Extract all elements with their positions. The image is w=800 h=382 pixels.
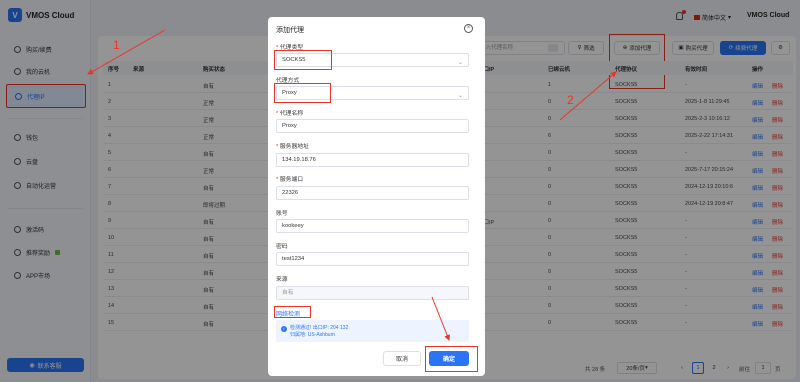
password-input[interactable]: test1234 [276,252,469,266]
chevron-down-icon: ⌄ [457,93,463,99]
annotation-number-2: 2 [567,93,574,107]
source-label: 来源 [276,277,288,283]
server-label: * 服务器地址 [276,144,309,150]
password-label: 密码 [276,244,288,250]
port-input[interactable]: 22326 [276,186,469,200]
proxy-name-label: * 代理名称 [276,111,304,117]
check-circle-icon: ✓ [281,326,287,332]
chevron-down-icon: ⌄ [457,60,463,66]
account-input[interactable]: kookeey [276,219,469,233]
account-label: 账号 [276,211,288,217]
annotation-box-confirm [425,346,478,372]
cancel-button[interactable]: 取消 [383,351,421,366]
check-result-line2: 归属地: US-Ashburn [290,332,336,338]
annotation-box-net-check [274,306,311,318]
close-icon[interactable]: × [464,24,473,33]
annotation-box-mode [274,83,331,103]
modal-title: 添加代理 [276,27,304,34]
annotation-number-1: 1 [113,38,120,52]
check-result-line1: 检测通过! 出口IP: 204 132 [290,325,349,331]
port-label: * 服务端口 [276,177,304,183]
source-input: 自有 [276,286,469,300]
annotation-box-type [274,50,332,70]
proxy-name-input[interactable]: Proxy [276,119,469,133]
server-input[interactable]: 134.19.18.76 [276,153,469,167]
